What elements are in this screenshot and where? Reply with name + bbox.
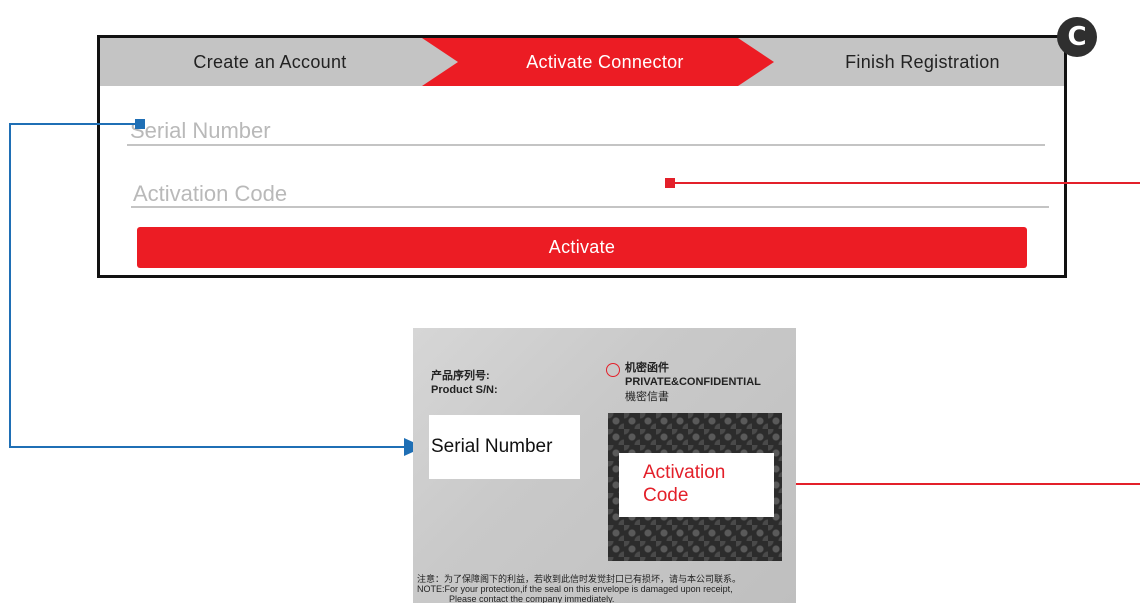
activation-code-label: Activation Code (619, 453, 774, 517)
serial-connector-line (9, 123, 404, 448)
photo-note-en: NOTE:For your protection,if the seal on … (417, 584, 733, 594)
photo-label-cn: 产品序列号: (431, 370, 490, 382)
photo-conf-cn: 机密函件 (625, 362, 669, 374)
photo-note-cn: 注意：为了保障阁下的利益，若收到此信时发觉封口已有损坏，请与本公司联系。 (417, 574, 742, 584)
photo-conf-tc: 機密信書 (625, 391, 669, 403)
lock-icon (606, 363, 620, 377)
photo-conf-en: PRIVATE&CONFIDENTIAL (625, 376, 761, 388)
activation-code-label-line2: Code (643, 485, 689, 506)
photo-label-en: Product S/N: (431, 384, 498, 396)
activation-code-label-line1: Activation (643, 462, 726, 483)
envelope-photo: 产品序列号: Product S/N: 机密函件 PRIVATE&CONFIDE… (413, 328, 796, 603)
photo-note-en2: Please contact the company immediately. (449, 594, 615, 603)
serial-number-label: Serial Number (429, 415, 580, 479)
